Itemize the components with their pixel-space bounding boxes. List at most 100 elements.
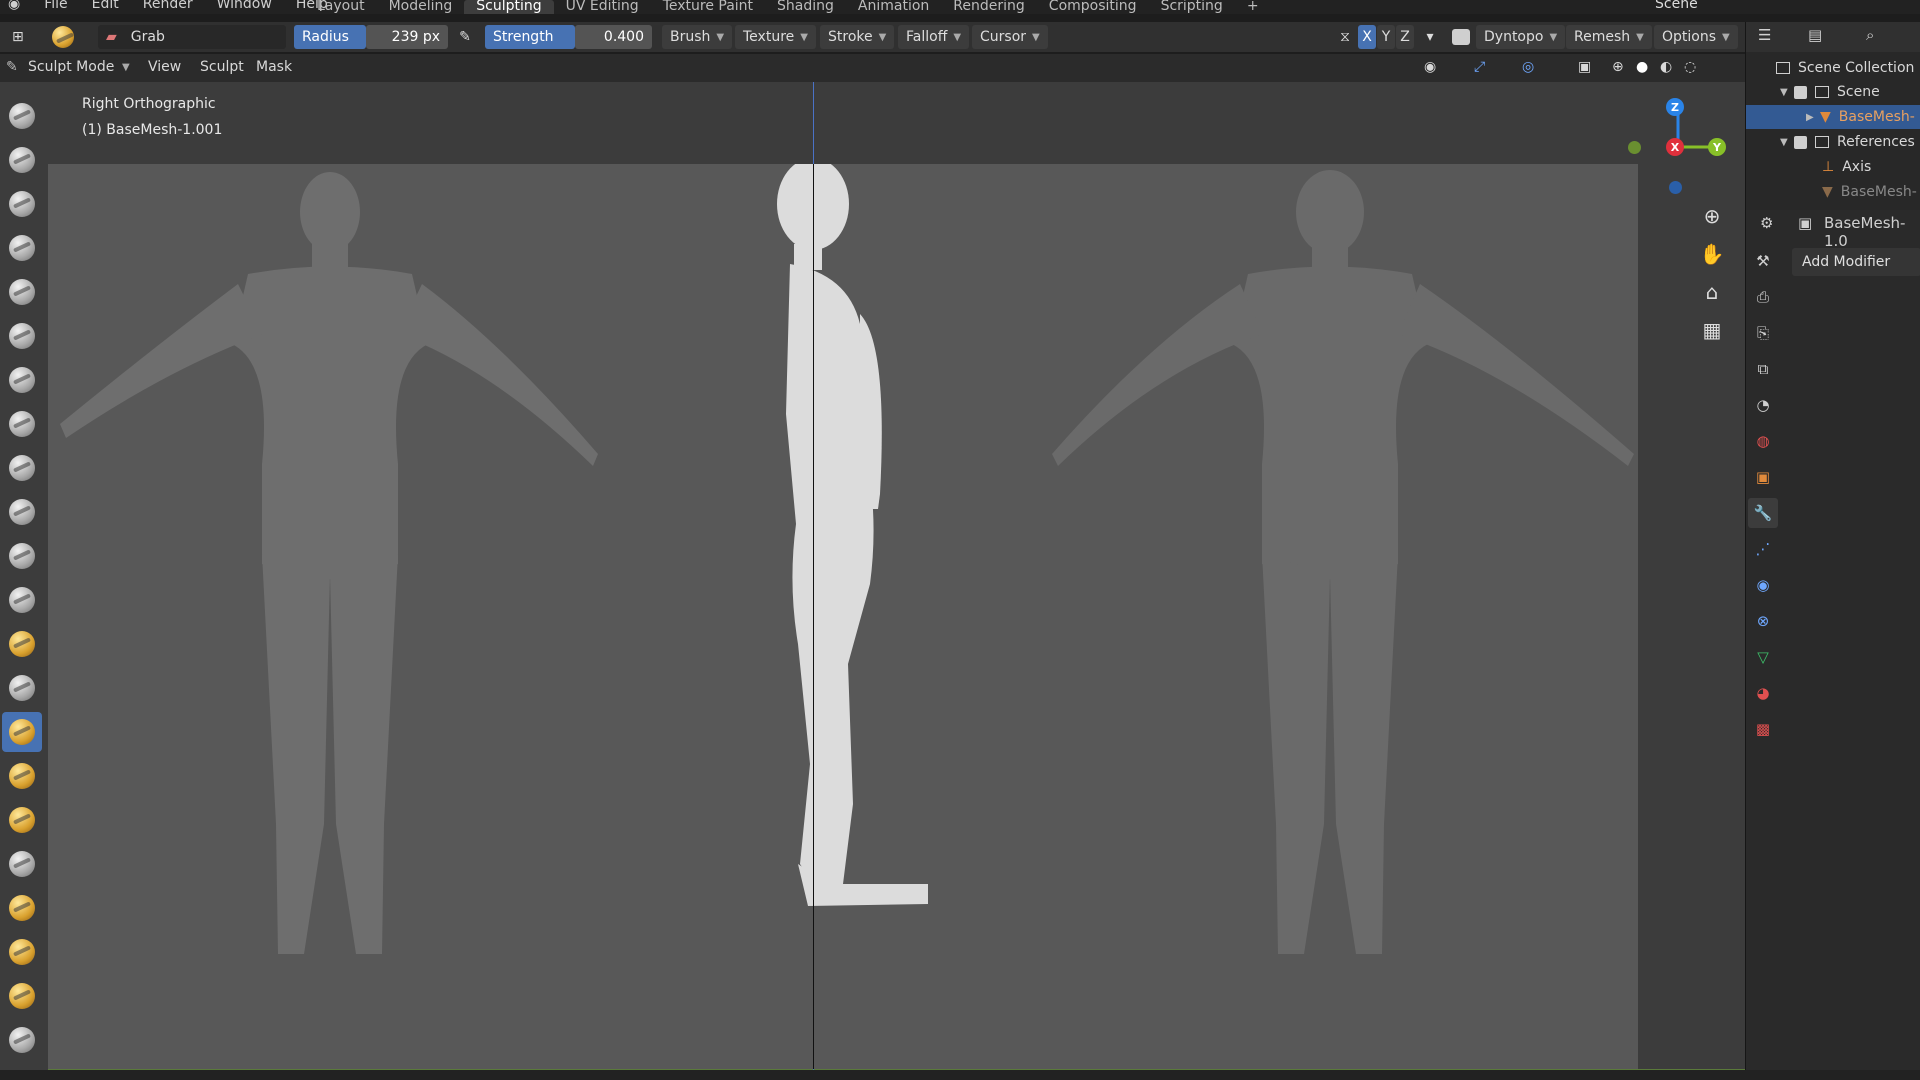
visibility-icon[interactable]: ◉	[1424, 59, 1436, 75]
crease-brush-tool[interactable]	[2, 448, 42, 488]
gizmo-y-axis[interactable]: Y	[1708, 138, 1726, 156]
snake-hook-brush-tool[interactable]	[2, 800, 42, 840]
clay-brush-tool[interactable]	[2, 184, 42, 224]
gizmo-neg-z-axis[interactable]	[1669, 181, 1682, 194]
expand-triangle-icon[interactable]: ▶	[1806, 112, 1820, 123]
texture-tab-icon[interactable]: ▩	[1748, 714, 1778, 744]
gizmo-x-axis[interactable]: X	[1666, 138, 1684, 156]
strength-value[interactable]: 0.400	[575, 25, 652, 49]
rotate-brush-tool[interactable]	[2, 976, 42, 1016]
pose-brush-tool[interactable]	[2, 888, 42, 928]
physics-tab-icon[interactable]: ◉	[1748, 570, 1778, 600]
display-mode-icon[interactable]: ▤	[1808, 26, 1822, 44]
outliner-row-basemesh-ref[interactable]: ▼ BaseMesh-	[1746, 180, 1920, 204]
smooth-brush-tool[interactable]	[2, 492, 42, 532]
menu-file[interactable]: File	[44, 0, 67, 11]
constraints-tab-icon[interactable]: ⊗	[1748, 606, 1778, 636]
expand-triangle-icon[interactable]: ▼	[1780, 87, 1794, 98]
symmetry-z-toggle[interactable]: Z	[1396, 25, 1414, 49]
gizmo-z-axis[interactable]: Z	[1666, 98, 1684, 116]
tab-shading[interactable]: Shading	[765, 0, 846, 14]
material-tab-icon[interactable]: ◕	[1748, 678, 1778, 708]
radius-pressure-icon[interactable]: ✎	[452, 25, 478, 49]
outliner-type-icon[interactable]: ☰	[1758, 26, 1771, 44]
flatten-brush-tool[interactable]	[2, 536, 42, 576]
object-tab-icon[interactable]: ▣	[1748, 462, 1778, 492]
editor-type-icon[interactable]: ⊞	[4, 25, 34, 49]
symmetry-x-toggle[interactable]: X	[1358, 25, 1376, 49]
clay-strips-brush-tool[interactable]	[2, 228, 42, 268]
clay-thumb-brush-tool[interactable]	[2, 272, 42, 312]
camera-view-icon[interactable]: ⌂	[1696, 276, 1728, 308]
pan-hand-icon[interactable]: ✋	[1696, 238, 1728, 270]
menu-window[interactable]: Window	[217, 0, 272, 11]
world-tab-icon[interactable]: ◍	[1748, 426, 1778, 456]
3d-viewport[interactable]: Right Orthographic (1) BaseMesh-1.001 Z …	[0, 82, 1745, 1080]
zoom-icon[interactable]: ⊕	[1696, 200, 1728, 232]
outliner-scene-collection[interactable]: Scene Collection	[1746, 56, 1920, 80]
search-icon[interactable]: ⌕	[1866, 26, 1874, 44]
tool-tab-icon[interactable]: ⚒	[1748, 246, 1778, 276]
brush-name-field[interactable]: ▰ Grab	[98, 25, 286, 49]
gizmo-toggle-icon[interactable]: ⤢	[1474, 59, 1485, 75]
overlay-toggle-icon[interactable]: ◎	[1522, 59, 1534, 75]
outliner-row-axis[interactable]: ⊥ Axis	[1746, 155, 1920, 179]
brush-menu[interactable]: Brush ▼	[662, 25, 733, 49]
inflate-brush-tool[interactable]	[2, 360, 42, 400]
tab-compositing[interactable]: Compositing	[1037, 0, 1149, 14]
grab-brush-tool[interactable]	[2, 712, 42, 752]
data-tab-icon[interactable]: ▽	[1748, 642, 1778, 672]
texture-menu[interactable]: Texture ▼	[735, 25, 816, 49]
checkbox-icon[interactable]	[1794, 135, 1807, 149]
mask-menu[interactable]: Mask	[256, 59, 292, 75]
tab-modeling[interactable]: Modeling	[377, 0, 465, 14]
symmetry-icon[interactable]: ⧖	[1333, 25, 1357, 49]
scrape-brush-tool[interactable]	[2, 624, 42, 664]
rendered-shading-icon[interactable]: ◌	[1684, 59, 1696, 75]
dyntopo-checkbox[interactable]	[1452, 29, 1470, 45]
gizmo-neg-y-axis[interactable]	[1628, 141, 1641, 154]
mode-selector[interactable]: Sculpt Mode	[28, 59, 114, 75]
outliner-row-scene[interactable]: ▼ Scene	[1746, 80, 1920, 104]
scene-tab-icon[interactable]: ◔	[1748, 390, 1778, 420]
view-layer-tab-icon[interactable]: ⧉	[1748, 354, 1778, 384]
tab-animation[interactable]: Animation	[846, 0, 941, 14]
draw-sharp-brush-tool[interactable]	[2, 140, 42, 180]
menu-edit[interactable]: Edit	[92, 0, 119, 11]
xray-toggle-icon[interactable]: ▣	[1578, 59, 1591, 75]
multiplane-scrape-brush-tool[interactable]	[2, 668, 42, 708]
checkbox-icon[interactable]	[1794, 85, 1807, 99]
elastic-deform-brush-tool[interactable]	[2, 756, 42, 796]
fill-brush-tool[interactable]	[2, 580, 42, 620]
outliner-row-references[interactable]: ▼ References	[1746, 130, 1920, 154]
sculpt-menu[interactable]: Sculpt	[200, 59, 244, 75]
menu-render[interactable]: Render	[143, 0, 193, 11]
radius-label[interactable]: Radius	[294, 25, 366, 49]
view-menu[interactable]: View	[148, 59, 181, 75]
tab-scripting[interactable]: Scripting	[1149, 0, 1235, 14]
wireframe-shading-icon[interactable]: ⊕	[1612, 59, 1624, 75]
solid-shading-icon[interactable]: ●	[1636, 59, 1648, 75]
material-shading-icon[interactable]: ◐	[1660, 59, 1672, 75]
draw-brush-tool[interactable]	[2, 96, 42, 136]
chevron-down-icon[interactable]: ▼	[122, 62, 130, 73]
blob-brush-tool[interactable]	[2, 404, 42, 444]
add-workspace-button[interactable]: +	[1235, 0, 1271, 14]
nudge-brush-tool[interactable]	[2, 932, 42, 972]
modifier-tab-icon[interactable]: 🔧	[1748, 498, 1778, 528]
tab-layout[interactable]: Layout	[305, 0, 377, 14]
ortho-grid-icon[interactable]: ▦	[1696, 314, 1728, 346]
thumb-brush-tool[interactable]	[2, 844, 42, 884]
tab-texture-paint[interactable]: Texture Paint	[651, 0, 765, 14]
radius-value[interactable]: 239 px	[366, 25, 448, 49]
slide-relax-brush-tool[interactable]	[2, 1020, 42, 1060]
options-menu[interactable]: Options ▼	[1654, 25, 1738, 49]
output-tab-icon[interactable]: ⎘	[1748, 318, 1778, 348]
scene-selector[interactable]: Scene	[1655, 0, 1698, 12]
chevron-down-icon[interactable]: ▾	[1418, 25, 1442, 49]
falloff-menu[interactable]: Falloff ▼	[898, 25, 970, 49]
particles-tab-icon[interactable]: ⋰	[1748, 534, 1778, 564]
stroke-menu[interactable]: Stroke ▼	[820, 25, 895, 49]
outliner-row-basemesh[interactable]: ▶ ▼ BaseMesh-	[1746, 105, 1920, 129]
cursor-menu[interactable]: Cursor ▼	[972, 25, 1048, 49]
